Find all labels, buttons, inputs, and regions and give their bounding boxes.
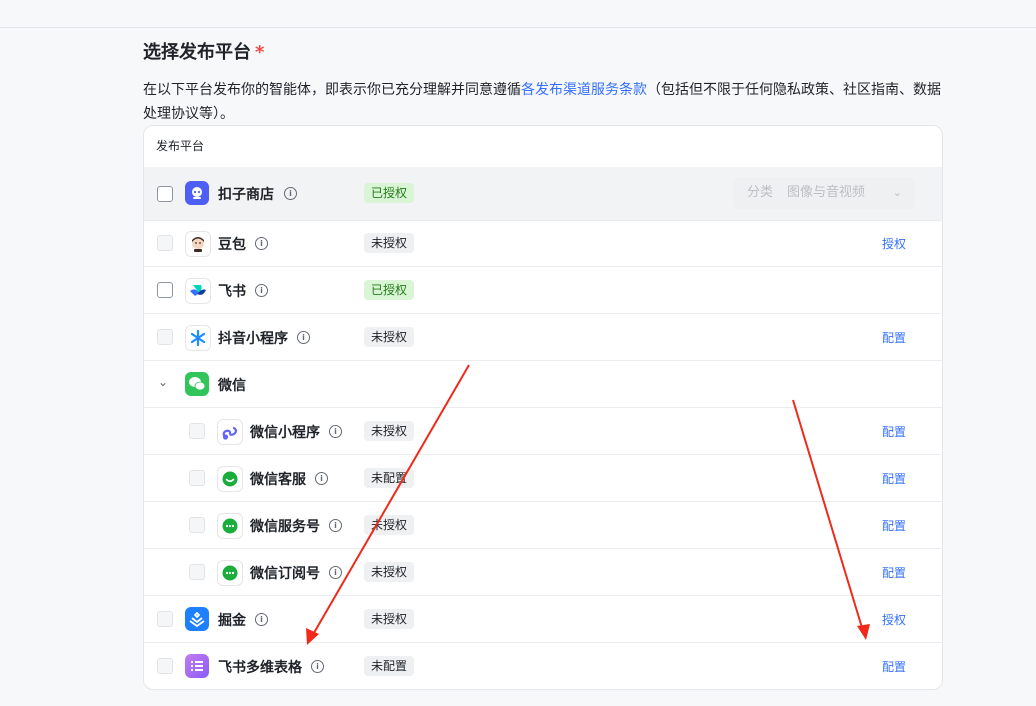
info-icon[interactable]: i: [297, 331, 310, 344]
category-select[interactable]: 分类 图像与音视频 ⌄: [734, 177, 914, 209]
status-badge: 未配置: [364, 656, 415, 676]
platform-name: 掘金: [218, 613, 246, 629]
platform-name: 微信订阅号: [250, 566, 320, 582]
info-icon[interactable]: i: [255, 284, 268, 297]
checkbox[interactable]: [157, 235, 173, 251]
checkbox[interactable]: [157, 186, 173, 202]
platform-row-wechat-service-account: 微信服务号 i 未授权 配置: [144, 501, 942, 549]
coze-store-icon: [185, 181, 209, 205]
info-icon[interactable]: i: [329, 519, 342, 532]
wechat-miniprogram-icon: [217, 419, 243, 445]
category-label: 分类: [747, 185, 774, 200]
category-value: 图像与音视频: [787, 185, 866, 200]
checkbox[interactable]: [189, 423, 205, 439]
authorize-link[interactable]: 授权: [882, 611, 906, 628]
info-icon[interactable]: i: [329, 566, 342, 579]
platform-name: 飞书多维表格: [218, 660, 302, 676]
info-icon[interactable]: i: [255, 613, 268, 626]
status-badge: 未授权: [364, 233, 415, 253]
info-icon[interactable]: i: [284, 187, 297, 200]
checkbox[interactable]: [157, 658, 173, 674]
required-mark: *: [255, 42, 265, 63]
configure-link[interactable]: 配置: [882, 658, 906, 675]
table-header: 发布平台: [144, 126, 942, 168]
wechat-service-account-icon: [217, 513, 243, 539]
chevron-down-icon: ⌄: [892, 186, 902, 199]
info-icon[interactable]: i: [311, 660, 324, 673]
platform-row-juejin: 掘金 i 未授权 授权: [144, 595, 942, 643]
chevron-down-icon[interactable]: ⌄: [158, 375, 168, 389]
configure-link[interactable]: 配置: [882, 470, 906, 487]
checkbox[interactable]: [157, 611, 173, 627]
platform-row-feishu-bitable: 飞书多维表格 i 未配置 配置: [144, 642, 942, 689]
platform-row-doubao: 豆包 i 未授权 授权: [144, 220, 942, 267]
checkbox[interactable]: [157, 282, 173, 298]
terms-text-before: 在以下平台发布你的智能体，即表示你已充分理解并同意遵循: [143, 82, 521, 98]
platform-row-coze-store: 扣子商店 i 已授权 分类 图像与音视频 ⌄: [144, 167, 942, 221]
platform-name: 微信: [218, 378, 246, 394]
checkbox[interactable]: [189, 517, 205, 533]
section-title-text: 选择发布平台: [143, 42, 251, 63]
platform-name: 抖音小程序: [218, 331, 288, 347]
wechat-subscription-icon: [217, 560, 243, 586]
info-icon[interactable]: i: [329, 425, 342, 438]
platform-row-wechat-subscription: 微信订阅号 i 未授权 配置: [144, 548, 942, 596]
status-badge: 未授权: [364, 327, 415, 347]
configure-link[interactable]: 配置: [882, 423, 906, 440]
status-badge: 未配置: [364, 468, 415, 488]
platform-name: 飞书: [218, 284, 246, 300]
platform-row-wechat-miniprogram: 微信小程序 i 未授权 配置: [144, 407, 942, 455]
platform-name: 豆包: [218, 237, 246, 253]
doubao-icon: [185, 231, 211, 257]
juejin-icon: [185, 607, 209, 631]
status-badge: 未授权: [364, 609, 415, 629]
feishu-icon: [185, 278, 211, 304]
section-title: 选择发布平台 *: [143, 38, 264, 64]
platform-name: 微信小程序: [250, 425, 320, 441]
status-badge: 未授权: [364, 562, 415, 582]
checkbox[interactable]: [189, 564, 205, 580]
platform-table: 发布平台 扣子商店 i 已授权 分类 图像与音视频 ⌄ 豆包 i 未授权 授权 …: [143, 125, 943, 690]
status-badge: 未授权: [364, 421, 415, 441]
status-badge: 已授权: [364, 280, 415, 300]
terms-link[interactable]: 各发布渠道服务条款: [521, 82, 647, 98]
platform-group-wechat[interactable]: ⌄ 微信: [144, 360, 942, 408]
douyin-miniapp-icon: [185, 325, 211, 351]
platform-name: 微信客服: [250, 472, 306, 488]
platform-row-douyin-miniapp: 抖音小程序 i 未授权 配置: [144, 313, 942, 361]
platform-name: 扣子商店: [218, 187, 274, 203]
configure-link[interactable]: 配置: [882, 329, 906, 346]
authorize-link[interactable]: 授权: [882, 235, 906, 252]
checkbox[interactable]: [189, 470, 205, 486]
terms-description: 在以下平台发布你的智能体，即表示你已充分理解并同意遵循各发布渠道服务条款（包括但…: [143, 78, 943, 126]
info-icon[interactable]: i: [315, 472, 328, 485]
platform-name: 微信服务号: [250, 519, 320, 535]
platform-row-wechat-customer-service: 微信客服 i 未配置 配置: [144, 454, 942, 502]
checkbox[interactable]: [157, 329, 173, 345]
configure-link[interactable]: 配置: [882, 517, 906, 534]
feishu-bitable-icon: [185, 654, 209, 678]
top-bar: [0, 0, 1036, 28]
configure-link[interactable]: 配置: [882, 564, 906, 581]
wechat-customer-service-icon: [217, 466, 243, 492]
wechat-icon: [185, 372, 209, 396]
info-icon[interactable]: i: [255, 237, 268, 250]
status-badge: 未授权: [364, 515, 415, 535]
platform-row-feishu: 飞书 i 已授权: [144, 266, 942, 314]
status-badge: 已授权: [364, 183, 415, 203]
